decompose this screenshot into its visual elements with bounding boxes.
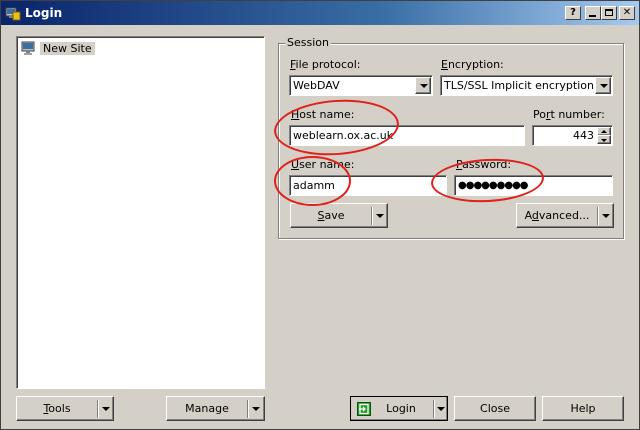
manage-button[interactable]: Manage: [166, 396, 265, 421]
computer-icon: [21, 41, 35, 55]
password-input[interactable]: ●●●●●●●●●: [454, 175, 613, 196]
question-icon: ?: [570, 7, 576, 18]
save-button[interactable]: Save: [290, 203, 388, 228]
tools-button-label: Tools: [43, 402, 71, 415]
split-divider: [433, 400, 435, 418]
maximize-icon: [605, 9, 613, 16]
chevron-down-icon: [252, 407, 260, 411]
tools-button[interactable]: Tools: [16, 396, 114, 421]
session-group-title: Session: [285, 36, 331, 49]
help-title-button[interactable]: ?: [565, 6, 581, 20]
user-name-label: User name:: [291, 158, 355, 171]
minimize-button[interactable]: [585, 6, 601, 20]
maximize-button[interactable]: [601, 6, 617, 20]
password-label: Password:: [456, 158, 512, 171]
advanced-button[interactable]: Advanced...: [516, 203, 614, 228]
chevron-down-icon: [601, 139, 607, 142]
app-icon: [5, 7, 21, 21]
close-button[interactable]: Close: [454, 396, 536, 421]
advanced-button-label: Advanced...: [524, 209, 590, 222]
login-dialog: Login ? ✕ New Site Session File protocol…: [0, 0, 640, 430]
host-name-input[interactable]: weblearn.ox.ac.uk: [289, 125, 525, 146]
chevron-down-icon: [102, 407, 110, 411]
encryption-label: Encryption:: [441, 58, 504, 71]
encryption-select[interactable]: TLS/SSL Implicit encryption: [440, 75, 613, 96]
user-name-input[interactable]: adamm: [289, 175, 447, 196]
split-divider: [247, 400, 249, 418]
save-button-label: Save: [317, 209, 345, 222]
window-title: Login: [25, 6, 63, 20]
site-list[interactable]: New Site: [16, 36, 265, 389]
close-icon: ✕: [622, 7, 632, 18]
file-protocol-dropdown-button[interactable]: [415, 77, 431, 94]
file-protocol-select[interactable]: WebDAV: [289, 75, 433, 96]
split-divider: [371, 207, 373, 225]
chevron-down-icon: [437, 407, 445, 411]
chevron-down-icon: [376, 214, 384, 218]
help-button[interactable]: Help: [542, 396, 624, 421]
site-item-label: New Site: [40, 41, 95, 55]
port-number-label: Port number:: [533, 108, 605, 121]
login-button[interactable]: Login: [350, 396, 448, 421]
split-divider: [597, 207, 599, 225]
chevron-down-icon: [602, 214, 610, 218]
encryption-dropdown-button[interactable]: [595, 77, 611, 94]
title-bar[interactable]: Login ? ✕: [1, 1, 639, 25]
file-protocol-value: WebDAV: [293, 79, 340, 92]
port-down-button[interactable]: [597, 135, 611, 144]
split-divider: [97, 400, 99, 418]
host-name-label: Host name:: [291, 108, 355, 121]
chevron-down-icon: [600, 84, 608, 88]
chevron-down-icon: [420, 84, 428, 88]
port-spinner[interactable]: [597, 127, 611, 144]
encryption-value: TLS/SSL Implicit encryption: [444, 79, 594, 92]
close-title-button[interactable]: ✕: [619, 6, 635, 20]
manage-button-label: Manage: [185, 402, 229, 415]
site-item-new-site[interactable]: New Site: [21, 40, 95, 56]
login-button-label: Login: [386, 402, 416, 415]
file-protocol-label: File protocol:: [290, 58, 361, 71]
minimize-icon: [589, 15, 596, 17]
chevron-up-icon: [601, 130, 607, 133]
